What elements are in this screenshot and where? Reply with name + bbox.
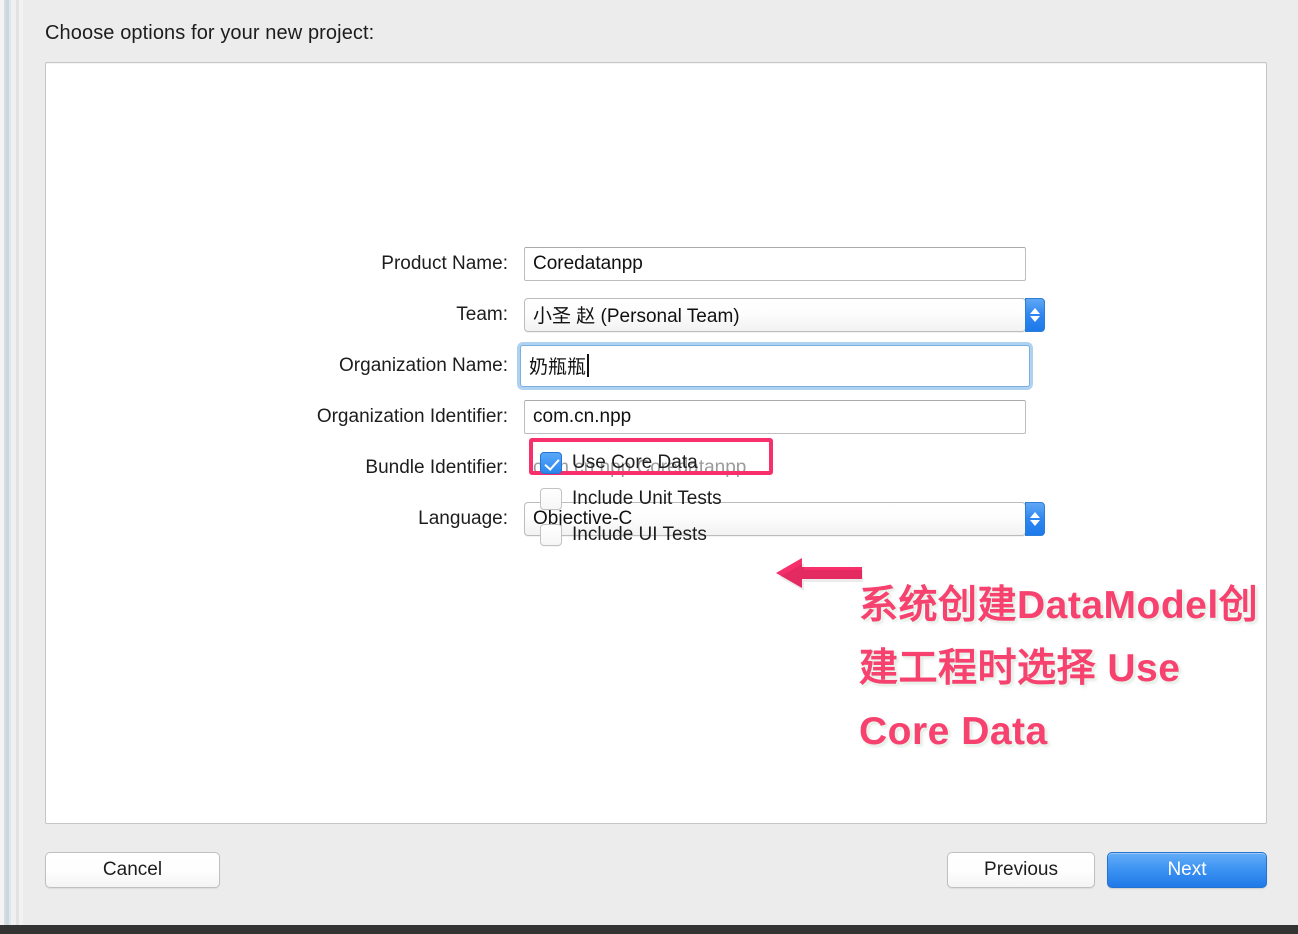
chevron-down-icon <box>1030 519 1040 526</box>
form-row-organization-identifier: Organization Identifier: com.cn.npp <box>46 391 1266 442</box>
desktop-background-strip <box>0 925 1298 934</box>
control-team: 小圣 赵 (Personal Team) <box>524 297 1045 332</box>
checkbox-label-use-core-data: Use Core Data <box>572 452 698 473</box>
form-row-product-name: Product Name: Coredatanpp <box>46 238 1266 289</box>
chevron-updown-icon[interactable] <box>1025 501 1045 536</box>
previous-button[interactable]: Previous <box>947 852 1095 888</box>
label-organization-name: Organization Name: <box>339 354 508 376</box>
label-language: Language: <box>418 507 508 529</box>
options-checkbox-group: Use Core Data Include Unit Tests Include… <box>529 438 773 553</box>
label-bundle-identifier: Bundle Identifier: <box>365 456 508 478</box>
checkbox-include-ui-tests[interactable] <box>540 524 562 546</box>
team-selected-value: 小圣 赵 (Personal Team) <box>533 306 740 327</box>
chevron-updown-icon[interactable] <box>1025 297 1045 332</box>
product-name-input[interactable]: Coredatanpp <box>524 246 1026 281</box>
label-team: Team: <box>456 303 508 325</box>
organization-identifier-input[interactable]: com.cn.npp <box>524 399 1026 434</box>
annotation-arrow-icon <box>776 556 864 592</box>
dialog-body: Choose options for your new project: Pro… <box>23 0 1298 925</box>
checkbox-row-include-ui-tests[interactable]: Include UI Tests <box>540 517 722 553</box>
checkbox-use-core-data[interactable] <box>540 452 562 474</box>
control-organization-identifier: com.cn.npp <box>524 399 1026 434</box>
label-organization-identifier: Organization Identifier: <box>316 405 508 427</box>
checkbox-include-unit-tests[interactable] <box>540 488 562 510</box>
checkbox-row-use-core-data[interactable]: Use Core Data <box>529 438 773 481</box>
chevron-up-icon <box>1030 511 1040 518</box>
xcode-new-project-dialog: Choose options for your new project: Pro… <box>0 0 1298 934</box>
checkbox-label-include-unit-tests: Include Unit Tests <box>572 488 722 509</box>
organization-name-value: 奶瓶瓶 <box>529 357 587 378</box>
form-row-team: Team: 小圣 赵 (Personal Team) <box>46 289 1266 340</box>
control-organization-name: 奶瓶瓶 <box>520 344 1030 387</box>
control-product-name: Coredatanpp <box>524 246 1026 281</box>
annotation-line-2: 建工程时选择 Use <box>859 647 1181 690</box>
chevron-up-icon <box>1030 307 1040 314</box>
organization-name-input[interactable]: 奶瓶瓶 <box>520 344 1030 387</box>
label-product-name: Product Name: <box>381 252 508 274</box>
page-title: Choose options for your new project: <box>45 22 375 44</box>
text-caret <box>587 354 590 377</box>
checkbox-label-include-ui-tests: Include UI Tests <box>572 524 707 545</box>
checkbox-row-include-unit-tests[interactable]: Include Unit Tests <box>540 481 722 517</box>
annotation-line-1: 系统创建DataModel创 <box>859 584 1259 627</box>
annotation-line-3: Core Data <box>859 710 1048 753</box>
dialog-button-bar: Cancel Previous Next <box>23 852 1298 896</box>
chevron-down-icon <box>1030 315 1040 322</box>
organization-identifier-value: com.cn.npp <box>533 405 632 427</box>
team-select[interactable]: 小圣 赵 (Personal Team) <box>524 297 1045 332</box>
next-button[interactable]: Next <box>1107 852 1267 888</box>
form-row-organization-name: Organization Name: 奶瓶瓶 <box>46 340 1266 391</box>
cancel-button[interactable]: Cancel <box>45 852 220 888</box>
product-name-value: Coredatanpp <box>533 252 643 274</box>
annotation-text: 系统创建DataModel创 建工程时选择 Use Core Data <box>859 574 1298 763</box>
